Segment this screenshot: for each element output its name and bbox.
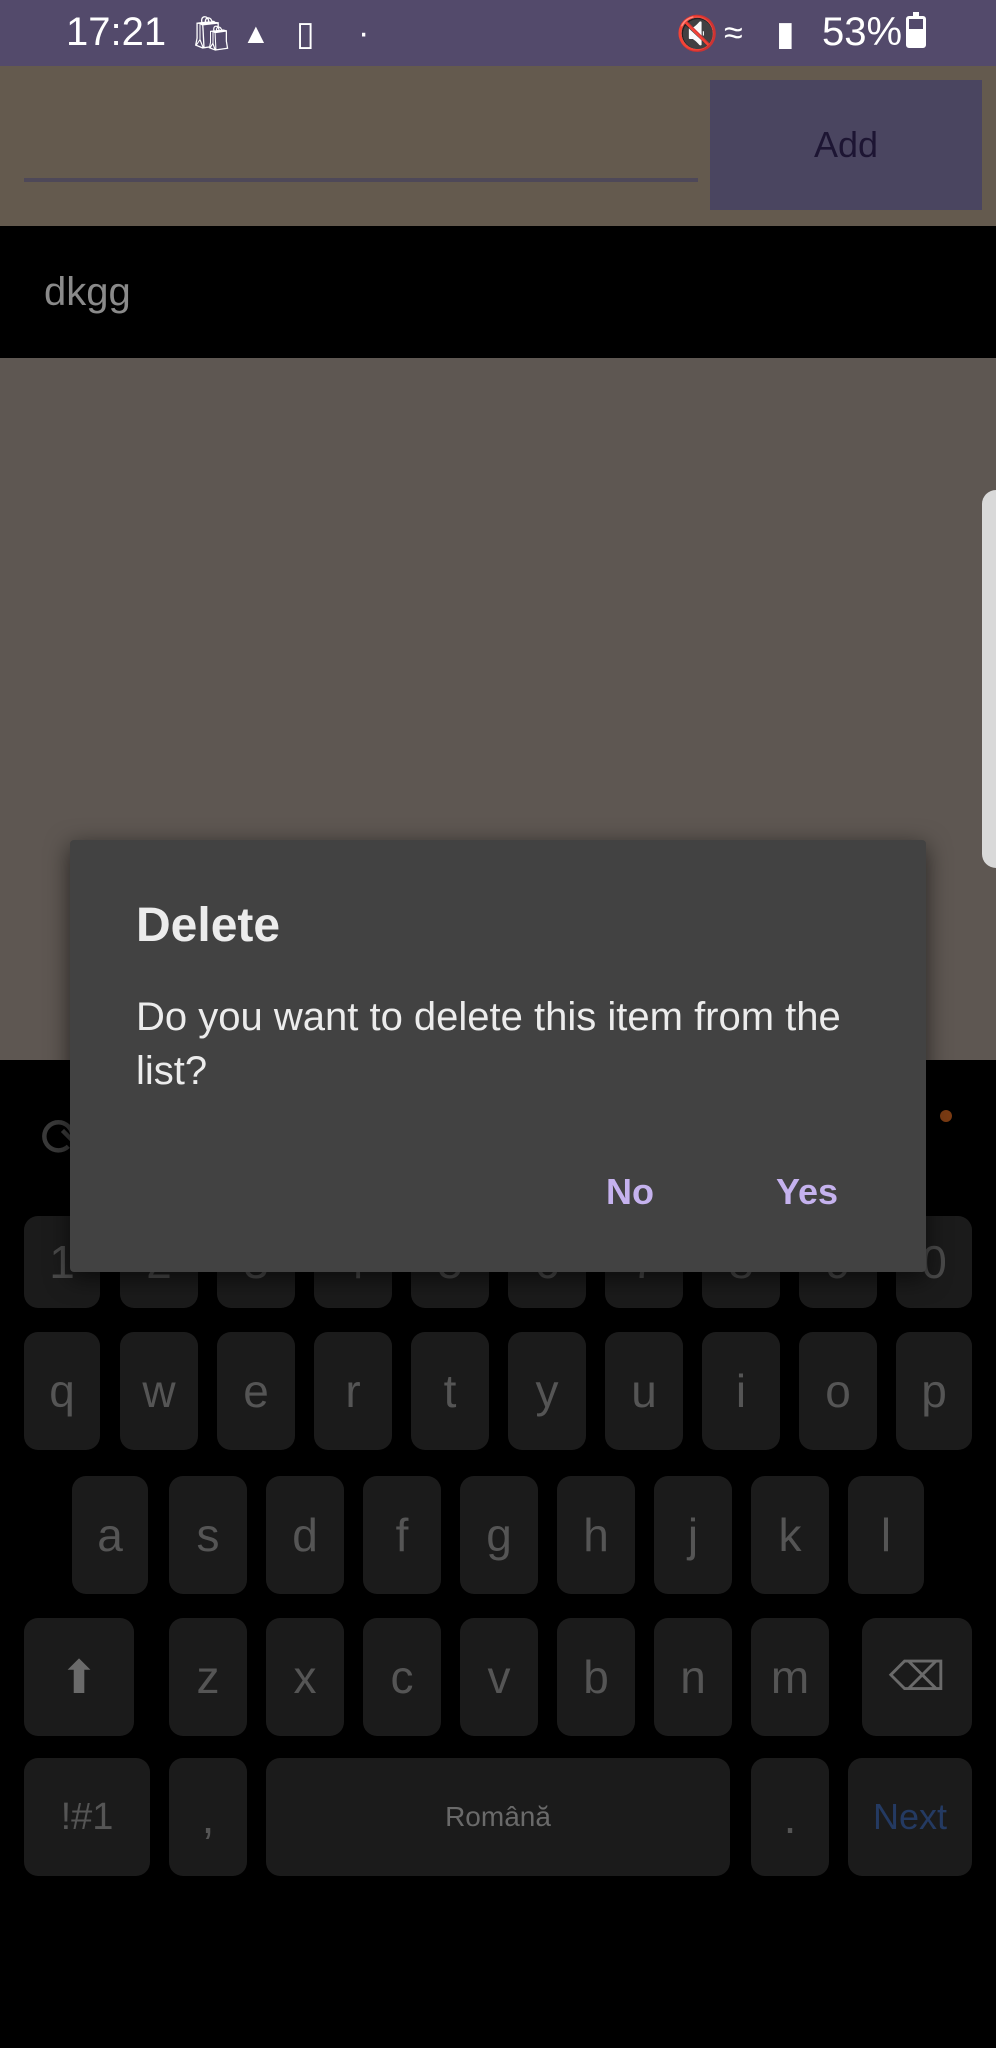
backspace-key[interactable]: ⌫ xyxy=(862,1618,972,1736)
key-m[interactable]: m xyxy=(751,1618,829,1736)
list-item[interactable]: dkgg xyxy=(0,226,996,358)
list-item-label: dkgg xyxy=(44,270,131,314)
status-bar: 17:21 🛍 ▲ ▯ · 🔇 ≈ ▮ 53% xyxy=(0,0,996,66)
key-n[interactable]: n xyxy=(654,1618,732,1736)
dialog-title: Delete xyxy=(136,899,281,952)
key-t[interactable]: t xyxy=(411,1332,489,1450)
battery-charging-icon xyxy=(906,12,926,48)
dialog-message: Do you want to delete this item from the… xyxy=(136,995,841,1093)
key-q[interactable]: q xyxy=(24,1332,100,1450)
key-w[interactable]: w xyxy=(120,1332,198,1450)
shift-arrow-icon: ⬆ xyxy=(59,1651,99,1703)
key-a[interactable]: a xyxy=(72,1476,148,1594)
notification-dot-icon xyxy=(940,1110,952,1122)
delete-dialog: Delete Do you want to delete this item f… xyxy=(70,840,926,1272)
mute-icon: 🔇 xyxy=(676,15,719,53)
dot-icon: · xyxy=(358,14,370,52)
warning-mm-icon: ▲ xyxy=(242,18,270,49)
key-c[interactable]: c xyxy=(363,1618,441,1736)
add-button[interactable]: Add xyxy=(710,80,982,210)
key-h[interactable]: h xyxy=(557,1476,635,1594)
key-b[interactable]: b xyxy=(557,1618,635,1736)
key-p[interactable]: p xyxy=(896,1332,972,1450)
message-icon: ▯ xyxy=(296,15,315,53)
key-x[interactable]: x xyxy=(266,1618,344,1736)
key-o[interactable]: o xyxy=(799,1332,877,1450)
yes-button[interactable]: Yes xyxy=(770,1170,844,1214)
key-g[interactable]: g xyxy=(460,1476,538,1594)
period-key[interactable]: . xyxy=(751,1758,829,1876)
edge-panel-handle[interactable] xyxy=(982,490,996,868)
wifi-icon: ≈ xyxy=(724,14,743,52)
key-e[interactable]: e xyxy=(217,1332,295,1450)
no-button[interactable]: No xyxy=(600,1170,660,1214)
key-s[interactable]: s xyxy=(169,1476,247,1594)
key-k[interactable]: k xyxy=(751,1476,829,1594)
space-key[interactable]: Română xyxy=(266,1758,730,1876)
backspace-icon: ⌫ xyxy=(888,1655,946,1699)
key-i[interactable]: i xyxy=(702,1332,780,1450)
battery-percentage: 53% xyxy=(822,10,903,54)
key-r[interactable]: r xyxy=(314,1332,392,1450)
key-j[interactable]: j xyxy=(654,1476,732,1594)
key-d[interactable]: d xyxy=(266,1476,344,1594)
shift-key[interactable]: ⬆ xyxy=(24,1618,134,1736)
key-y[interactable]: y xyxy=(508,1332,586,1450)
next-key[interactable]: Next xyxy=(848,1758,972,1876)
shopping-bag-icon: 🛍 xyxy=(190,15,234,53)
signal-icon: ▮ xyxy=(776,15,795,53)
key-f[interactable]: f xyxy=(363,1476,441,1594)
key-l[interactable]: l xyxy=(848,1476,924,1594)
key-v[interactable]: v xyxy=(460,1618,538,1736)
symbols-key[interactable]: !#1 xyxy=(24,1758,150,1876)
status-time: 17:21 xyxy=(66,10,167,54)
key-u[interactable]: u xyxy=(605,1332,683,1450)
app-header: Add xyxy=(0,66,996,226)
comma-key[interactable]: , xyxy=(169,1758,247,1876)
key-z[interactable]: z xyxy=(169,1618,247,1736)
item-input[interactable] xyxy=(24,106,698,182)
